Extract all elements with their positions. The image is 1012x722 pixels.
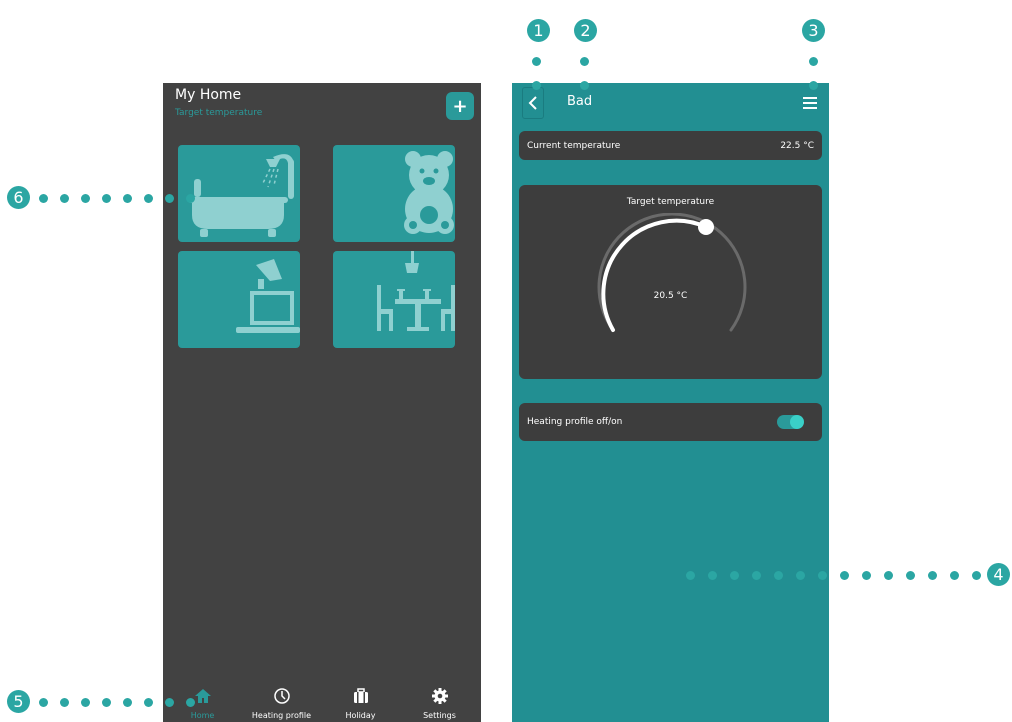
menu-button[interactable] [803,97,817,109]
bottom-navigation: Home Heating profile Holiday Settings [163,680,481,722]
chevron-left-icon [528,96,537,110]
temperature-dial[interactable] [582,213,762,343]
dining-table-icon [377,251,455,331]
callout-dot [60,194,69,203]
heating-profile-toggle[interactable] [777,415,804,429]
callout-dot [972,571,981,580]
callout-dot [165,194,174,203]
callout-badge-5: 5 [7,690,30,713]
dial-handle[interactable] [698,219,714,235]
callout-dot [532,81,541,90]
callout-dot [580,81,589,90]
callout-dot [102,698,111,707]
callout-dot [144,194,153,203]
callout-dot [774,571,783,580]
gear-icon [431,688,448,704]
callout-dot [186,698,195,707]
nav-item-settings[interactable]: Settings [400,680,479,722]
callout-dot [186,194,195,203]
heating-profile-card: Heating profile off/on [519,403,822,441]
home-icon [194,689,211,703]
callout-badge-4: 4 [987,563,1010,586]
target-temperature-card: Target temperature 20.5 °C [519,185,822,379]
hamburger-line [803,102,817,104]
target-temperature-value: 20.5 °C [653,291,688,301]
callout-dot [165,698,174,707]
room-detail-screen: Bad Current temperature 22.5 °C Target t… [512,83,829,722]
callout-dot [532,57,541,66]
callout-dot [730,571,739,580]
callout-dot [862,571,871,580]
callout-dot [796,571,805,580]
callout-badge-3: 3 [802,19,825,42]
current-temperature-value: 22.5 °C [780,141,814,151]
teddy-bear-icon [404,151,454,234]
clock-icon [273,688,290,704]
callout-dot [884,571,893,580]
back-button[interactable] [522,87,544,119]
nav-label-heating-profile: Heating profile [251,711,312,720]
room-tile-office[interactable] [178,251,300,348]
hamburger-line [803,107,817,109]
nav-item-heating-profile[interactable]: Heating profile [242,680,321,722]
callout-dot [686,571,695,580]
callout-dot [123,194,132,203]
current-temperature-label: Current temperature [527,141,621,151]
laptop-lamp-icon [236,259,300,333]
page-title: My Home [175,87,242,103]
callout-dot [81,698,90,707]
toggle-knob [790,415,804,429]
page-subtitle: Target temperature [175,108,263,118]
nav-item-holiday[interactable]: Holiday [321,680,400,722]
room-tile-kids-room[interactable] [333,145,455,242]
callout-dot [752,571,761,580]
dial-track [597,213,747,332]
callout-dot [81,194,90,203]
nav-label-settings: Settings [423,711,456,720]
callout-dot [580,57,589,66]
home-screen: My Home Target temperature + Home Heatin… [163,83,481,722]
callout-dot [809,81,818,90]
callout-dot [60,698,69,707]
callout-dot [809,57,818,66]
heating-profile-label: Heating profile off/on [527,417,623,427]
callout-badge-2: 2 [574,19,597,42]
callout-dot [708,571,717,580]
callout-dot [39,698,48,707]
callout-dot [928,571,937,580]
target-temperature-label: Target temperature [626,197,715,207]
room-tile-dining-room[interactable] [333,251,455,348]
callout-dot [123,698,132,707]
callout-dot [818,571,827,580]
room-title: Bad [567,94,593,109]
room-tile-bathroom[interactable] [178,145,300,242]
callout-dot [102,194,111,203]
nav-label-holiday: Holiday [345,711,376,720]
bathtub-shower-icon [188,154,294,237]
callout-dot [906,571,915,580]
nav-label-home: Home [190,711,215,720]
callout-dot [39,194,48,203]
callout-dot [144,698,153,707]
callout-badge-6: 6 [7,186,30,209]
add-room-button[interactable]: + [446,92,474,120]
suitcase-icon [353,688,368,703]
callout-dot [950,571,959,580]
hamburger-line [803,97,817,99]
callout-badge-1: 1 [527,19,550,42]
callout-dot [840,571,849,580]
current-temperature-card: Current temperature 22.5 °C [519,131,822,160]
nav-item-home[interactable]: Home [163,680,242,722]
